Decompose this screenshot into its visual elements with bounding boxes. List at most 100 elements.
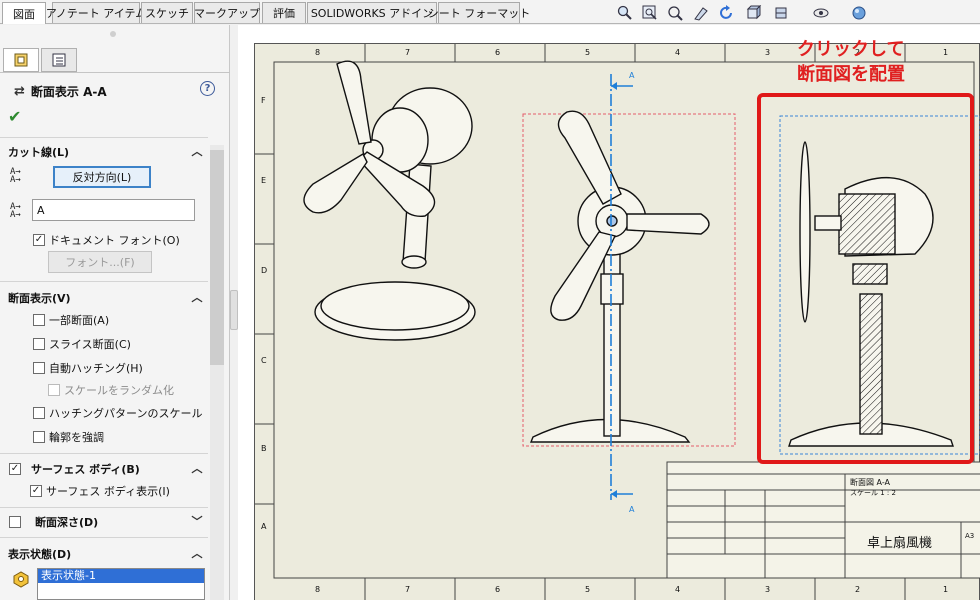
section-depth-checkbox[interactable] xyxy=(9,516,21,528)
zone-number: 8 xyxy=(315,48,321,57)
surface-bodies-checkbox[interactable]: ✓ xyxy=(9,463,21,475)
collapse-icon[interactable]: ︿ xyxy=(190,290,204,304)
panel-grip[interactable] xyxy=(110,31,116,37)
title-scale: スケール 1 : 2 xyxy=(850,489,896,497)
emphasize-outline-checkbox[interactable]: 輪郭を強調 xyxy=(33,429,104,445)
auto-hatching-checkbox[interactable]: 自動ハッチング(H) xyxy=(33,360,143,376)
zone-number: 4 xyxy=(675,585,681,594)
ok-check-icon[interactable]: ✔ xyxy=(8,107,21,126)
checkbox-box: ✓ xyxy=(30,485,42,497)
display-state-list[interactable]: 表示状態-1 xyxy=(37,568,205,600)
divider xyxy=(0,453,208,454)
checkbox-box: ✓ xyxy=(33,234,45,246)
property-manager: ⇄ 断面表示 A-A ? ✔ カット線(L) ︿ A→ A→ 反対方向(L) A→… xyxy=(0,25,230,600)
checkbox-box xyxy=(33,407,45,419)
expand-icon[interactable]: ﹀ xyxy=(190,514,204,528)
zone-number: 3 xyxy=(765,48,771,57)
section-view-icon: ⇄ xyxy=(14,84,25,99)
zoom-area-icon[interactable] xyxy=(641,4,659,22)
pm-header: ⇄ 断面表示 A-A xyxy=(14,83,107,100)
zone-letter: F xyxy=(261,96,266,105)
tab-sketch[interactable]: スケッチ xyxy=(141,2,193,23)
tab-annotation[interactable]: アノテート アイテム xyxy=(46,2,146,23)
title-block xyxy=(666,461,980,579)
tab-property-manager[interactable] xyxy=(3,48,39,72)
doc-font-checkbox[interactable]: ✓ ドキュメント フォント(O) xyxy=(33,232,180,248)
page-title: 断面表示 A-A xyxy=(30,85,107,99)
collapse-icon[interactable]: ︿ xyxy=(190,144,204,158)
show-surface-bodies-checkbox[interactable]: ✓ サーフェス ボディ表示(I) xyxy=(30,483,170,499)
tab-drawing[interactable]: 図面 xyxy=(2,2,46,24)
group-section-depth-header[interactable]: 断面深さ(D) ﹀ xyxy=(0,512,208,532)
checkbox-label: 輪郭を強調 xyxy=(49,431,104,444)
hide-show-icon[interactable] xyxy=(812,4,830,22)
tab-config-manager[interactable] xyxy=(41,48,77,72)
zoom-previous-icon[interactable] xyxy=(666,4,684,22)
checkbox-label: 自動ハッチング(H) xyxy=(49,362,143,375)
hatch-pattern-scale-checkbox[interactable]: ハッチングパターンのスケール xyxy=(33,405,202,421)
zone-number: 6 xyxy=(495,585,501,594)
tab-markup[interactable]: マークアップ xyxy=(194,2,260,23)
zone-letter: B xyxy=(261,444,267,453)
checkbox-box xyxy=(33,314,45,326)
divider xyxy=(0,537,208,538)
group-display-state-header[interactable]: 表示状態(D) ︿ xyxy=(0,544,208,564)
zone-number: 7 xyxy=(405,585,411,594)
checkbox-box xyxy=(33,431,45,443)
zone-letter: D xyxy=(261,266,268,275)
property-manager-icon xyxy=(14,53,28,67)
flip-direction-icon: A→ A→ xyxy=(10,167,21,185)
title-part-name: 卓上扇風機 xyxy=(867,536,933,551)
title-view-name: 断面図 A-A xyxy=(850,478,891,487)
group-label: カット線(L) xyxy=(8,146,70,159)
zone-number: 6 xyxy=(495,48,501,57)
help-icon[interactable]: ? xyxy=(200,81,215,96)
zone-letter: A xyxy=(261,522,267,531)
zone-number: 5 xyxy=(585,48,591,57)
rotate-icon[interactable] xyxy=(717,4,735,22)
tab-addins[interactable]: SOLIDWORKS アドイン xyxy=(307,2,437,23)
appearance-icon[interactable] xyxy=(850,4,868,22)
zone-number: 2 xyxy=(855,585,861,594)
callout-line: 断面図を配置 xyxy=(797,64,905,85)
collapse-icon[interactable]: ︿ xyxy=(190,546,204,560)
instruction-callout: クリックして 断面図を配置 xyxy=(797,37,905,87)
checkbox-label: サーフェス ボディ表示(I) xyxy=(46,485,170,498)
zoom-to-fit-icon[interactable] xyxy=(616,4,634,22)
list-item[interactable]: 表示状態-1 xyxy=(38,569,204,583)
divider xyxy=(0,281,208,282)
pm-tab-strip xyxy=(0,47,230,73)
view-orientation-icon[interactable] xyxy=(745,4,763,22)
zone-number: 3 xyxy=(765,585,771,594)
group-label: 断面深さ(D) xyxy=(35,516,99,529)
panel-scrollbar[interactable] xyxy=(210,145,224,600)
zone-number: 1 xyxy=(943,48,949,57)
callout-line: クリックして xyxy=(797,39,905,60)
flip-direction-button[interactable]: 反対方向(L) xyxy=(53,166,151,188)
group-label: 断面表示(V) xyxy=(8,292,71,305)
checkbox-label: ドキュメント フォント(O) xyxy=(49,234,180,247)
title-size: A3 xyxy=(965,532,975,540)
display-style-icon[interactable] xyxy=(772,4,790,22)
group-section-view-header[interactable]: 断面表示(V) ︿ xyxy=(0,288,208,308)
group-surface-bodies-header[interactable]: ✓ サーフェス ボディ(B) ︿ xyxy=(0,459,208,479)
font-button[interactable]: フォント...(F) xyxy=(48,251,152,273)
tab-sheet-format[interactable]: シート フォーマット xyxy=(428,2,530,23)
group-cut-line-header[interactable]: カット線(L) ︿ xyxy=(0,142,208,162)
section-label-top: A xyxy=(629,71,635,80)
divider xyxy=(0,137,208,138)
zone-letter: E xyxy=(261,176,267,185)
section-view-icon[interactable] xyxy=(692,4,710,22)
scrollbar-thumb[interactable] xyxy=(210,150,224,365)
collapse-icon[interactable]: ︿ xyxy=(190,461,204,475)
panel-splitter[interactable] xyxy=(230,290,238,330)
randomize-scale-checkbox[interactable]: スケールをランダム化 xyxy=(48,382,174,398)
group-label: サーフェス ボディ(B) xyxy=(31,463,140,476)
slice-section-checkbox[interactable]: スライス断面(C) xyxy=(33,336,131,352)
label-field[interactable]: A xyxy=(32,199,195,221)
checkbox-label: スケールをランダム化 xyxy=(64,384,174,397)
tab-evaluate[interactable]: 評価 xyxy=(262,2,306,23)
checkbox-box xyxy=(48,384,60,396)
partial-section-checkbox[interactable]: 一部断面(A) xyxy=(33,312,109,328)
isometric-fan-view xyxy=(303,60,476,341)
